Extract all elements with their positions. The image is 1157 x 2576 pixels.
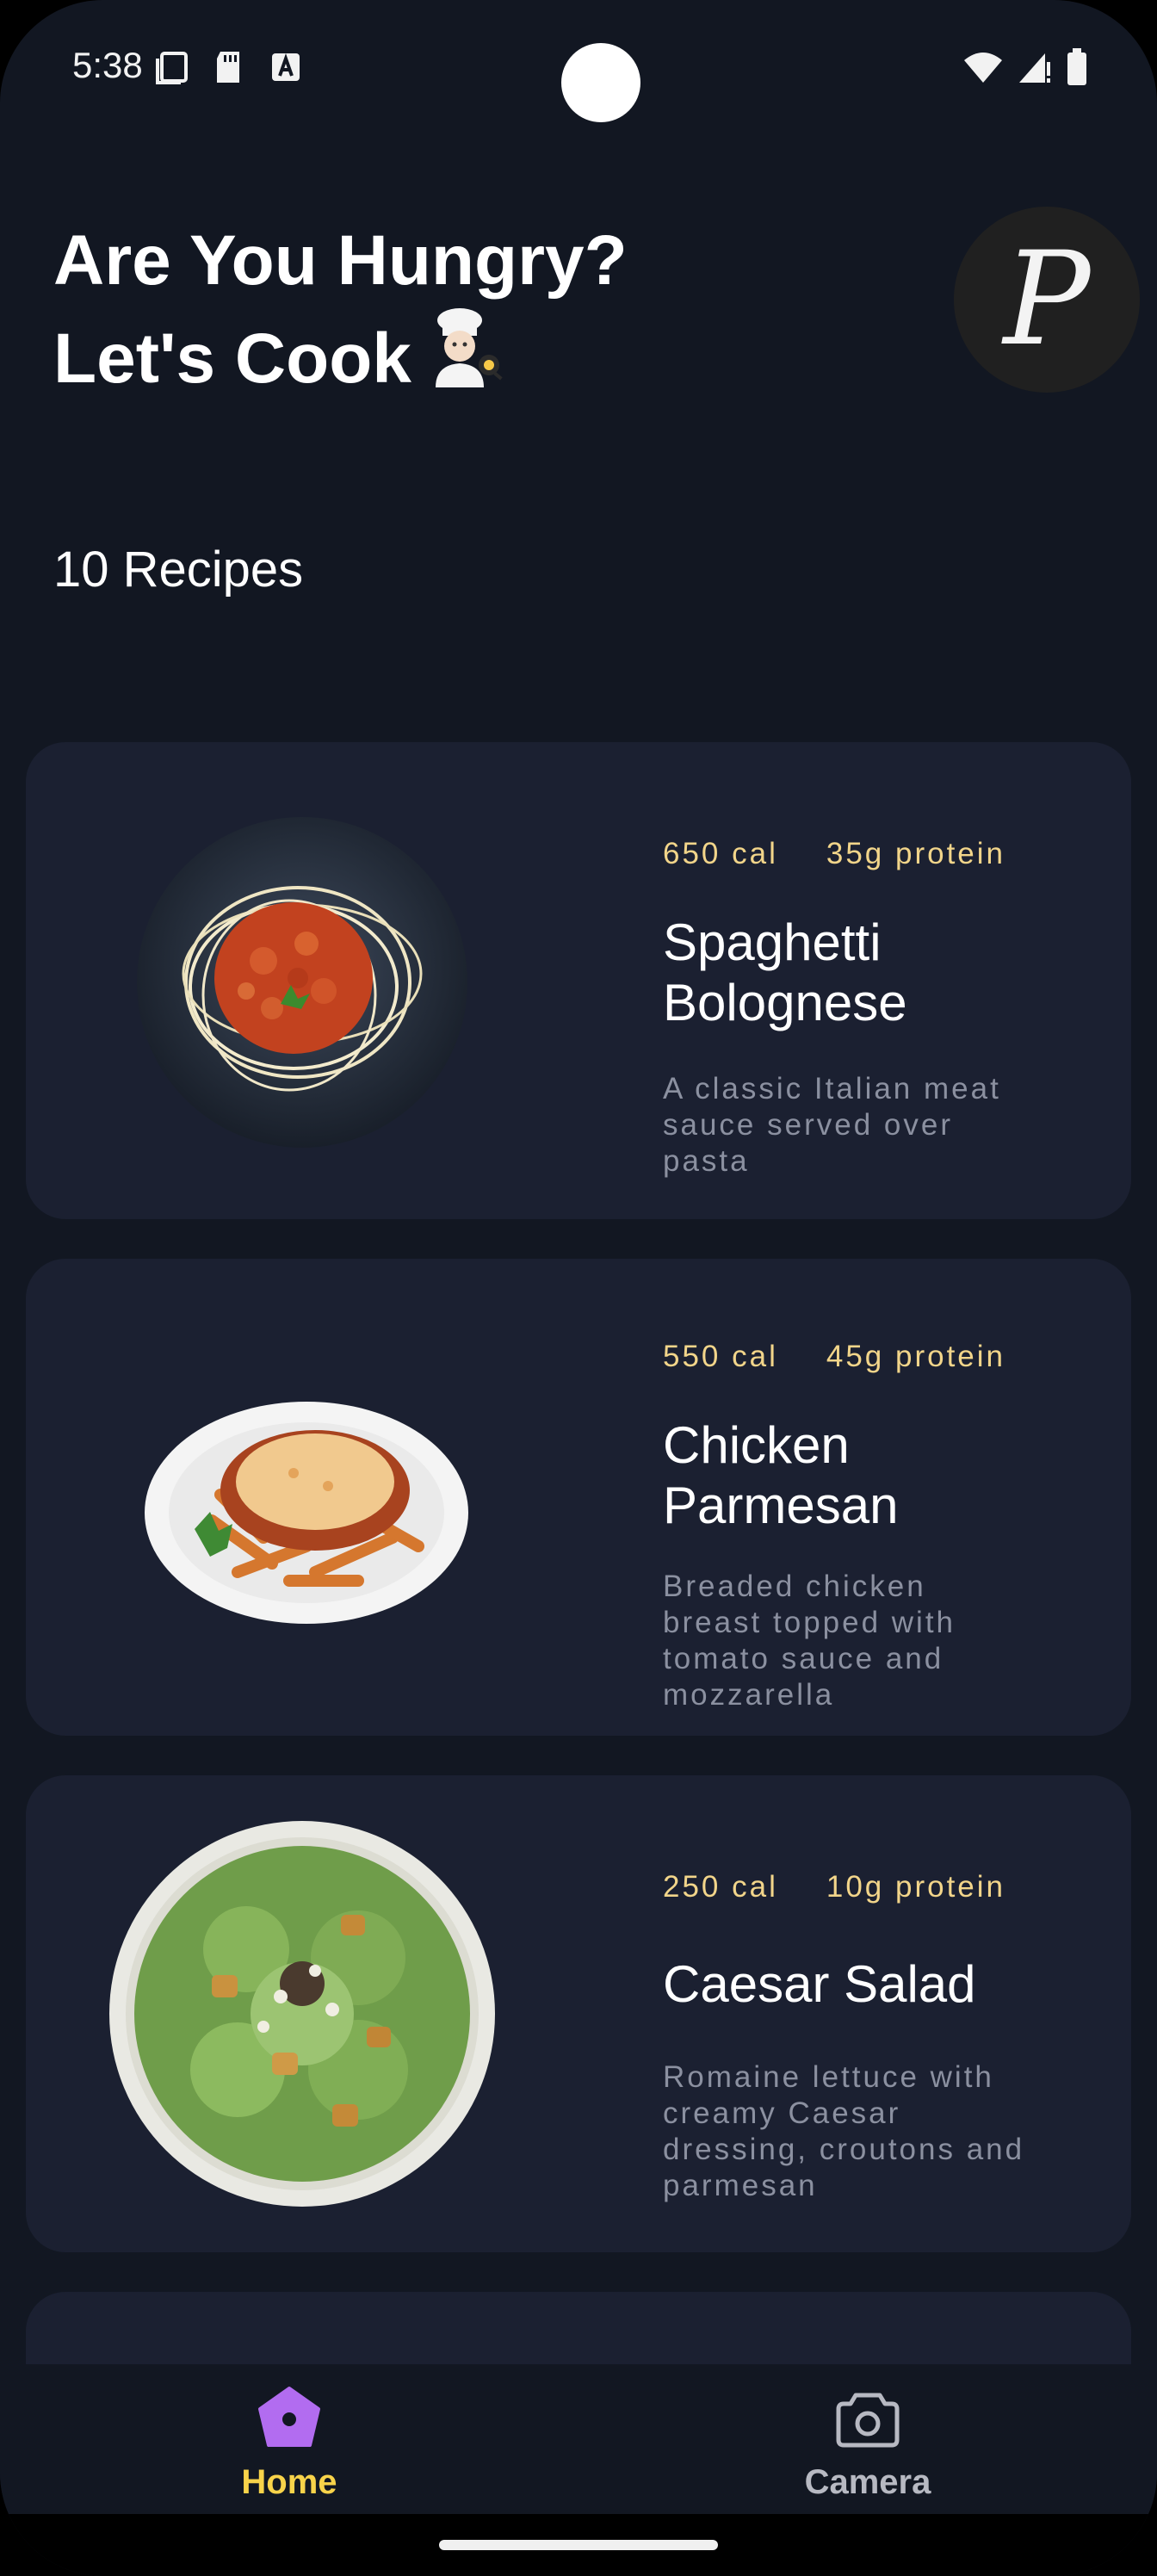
app-screen: 5:38 Are You Hungry? Let's Cook P 10 Rec… — [0, 0, 1157, 2576]
recipe-title: Spaghetti Bolognese — [663, 913, 907, 1031]
calories-label: 250 cal — [663, 1870, 778, 1904]
recipe-card[interactable]: 550 cal 45g protein Chicken Parmesan Brea… — [26, 1259, 1131, 1736]
calories-label: 550 cal — [663, 1340, 778, 1373]
page-title: Are You Hungry? Let's Cook — [53, 217, 828, 408]
battery-icon — [1066, 48, 1088, 90]
screenshot-notification-icon — [155, 50, 189, 89]
recipe-title: Chicken Parmesan — [663, 1416, 899, 1534]
recipe-count: 10 Recipes — [53, 542, 304, 598]
recipe-list: 650 cal 35g protein Spaghetti Bolognese A… — [26, 742, 1131, 2576]
home-indicator[interactable] — [439, 2540, 718, 2550]
home-icon — [257, 2387, 322, 2454]
recipe-info: 650 cal 35g protein Spaghetti Bolognese A… — [663, 837, 1111, 1180]
protein-label: 10g protein — [826, 1870, 1006, 1904]
protein-label: 45g protein — [826, 1340, 1006, 1373]
front-camera — [538, 43, 664, 126]
title-line-2: Let's Cook — [53, 319, 411, 398]
caesar-salad-image — [108, 1820, 496, 2212]
nav-home-label: Home — [241, 2463, 337, 2501]
status-bar: 5:38 — [0, 0, 1157, 138]
profile-avatar[interactable]: P — [954, 207, 1140, 393]
recipe-title: Caesar Salad — [663, 1955, 976, 2013]
sd-card-icon — [213, 50, 243, 89]
recipe-info: 250 cal 10g protein Caesar Salad Romaine… — [663, 1870, 1111, 2204]
chef-emoji-icon — [424, 305, 506, 408]
recipe-card[interactable]: 650 cal 35g protein Spaghetti Bolognese A… — [26, 742, 1131, 1219]
avatar-letter: P — [1003, 225, 1091, 375]
protein-label: 35g protein — [826, 837, 1006, 870]
recipe-description: A classic Italian meat sauce served over p… — [663, 1072, 1001, 1178]
nav-home-tab[interactable]: Home — [177, 2385, 401, 2502]
app-notification-icon — [270, 50, 301, 89]
wifi-icon — [962, 50, 1004, 89]
cellular-signal-icon — [1018, 50, 1052, 89]
nav-camera-tab[interactable]: Camera — [756, 2385, 980, 2502]
nav-camera-label: Camera — [804, 2463, 931, 2501]
bottom-navigation: Home Camera — [0, 2364, 1157, 2514]
status-time: 5:38 — [72, 45, 143, 85]
calories-label: 650 cal — [663, 837, 778, 870]
camera-icon — [835, 2393, 900, 2454]
recipe-info: 550 cal 45g protein Chicken Parmesan Brea… — [663, 1340, 1111, 1713]
recipe-card[interactable]: 250 cal 10g protein Caesar Salad Romaine… — [26, 1775, 1131, 2252]
chicken-parmesan-image — [143, 1400, 470, 1630]
recipe-description: Romaine lettuce with creamy Caesar dressin… — [663, 2060, 1025, 2202]
title-line-1: Are You Hungry? — [53, 221, 628, 300]
spaghetti-bolognese-image — [134, 814, 470, 1155]
recipe-description: Breaded chicken breast topped with tomato … — [663, 1570, 956, 1712]
